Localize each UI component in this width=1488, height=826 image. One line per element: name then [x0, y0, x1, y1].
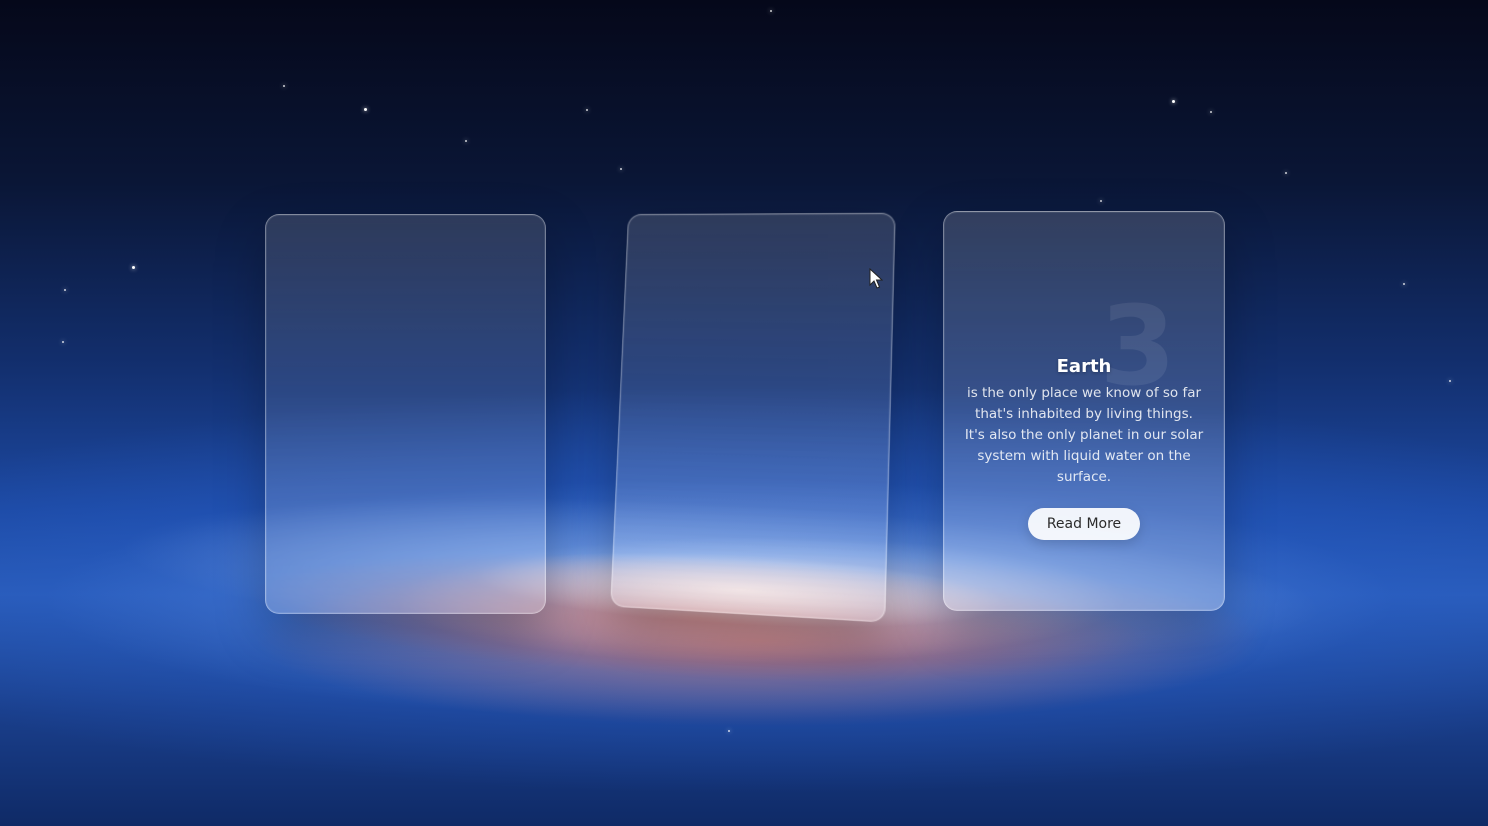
star — [283, 85, 285, 87]
star — [1285, 172, 1287, 174]
star — [728, 730, 730, 732]
space-background: 3 Earth is the only place we know of so … — [0, 0, 1488, 826]
planet-card-2[interactable] — [610, 212, 896, 623]
star — [62, 341, 64, 343]
star — [1172, 100, 1175, 103]
card-content: Earth is the only place we know of so fa… — [964, 356, 1204, 540]
star — [1403, 283, 1405, 285]
card-description: is the only place we know of so far that… — [964, 385, 1204, 485]
star — [1100, 200, 1102, 202]
star — [64, 289, 66, 291]
star — [1449, 380, 1451, 382]
read-more-button[interactable]: Read More — [1027, 508, 1141, 540]
star — [586, 109, 588, 111]
star — [1210, 111, 1212, 113]
star — [465, 140, 467, 142]
planet-card-earth[interactable]: 3 Earth is the only place we know of so … — [943, 211, 1225, 611]
mouse-pointer-icon — [869, 268, 883, 289]
star — [364, 108, 367, 111]
star — [770, 10, 772, 12]
card-title: Earth — [1056, 356, 1112, 377]
star — [132, 266, 135, 269]
planet-card-1[interactable] — [265, 214, 546, 614]
star — [620, 168, 622, 170]
